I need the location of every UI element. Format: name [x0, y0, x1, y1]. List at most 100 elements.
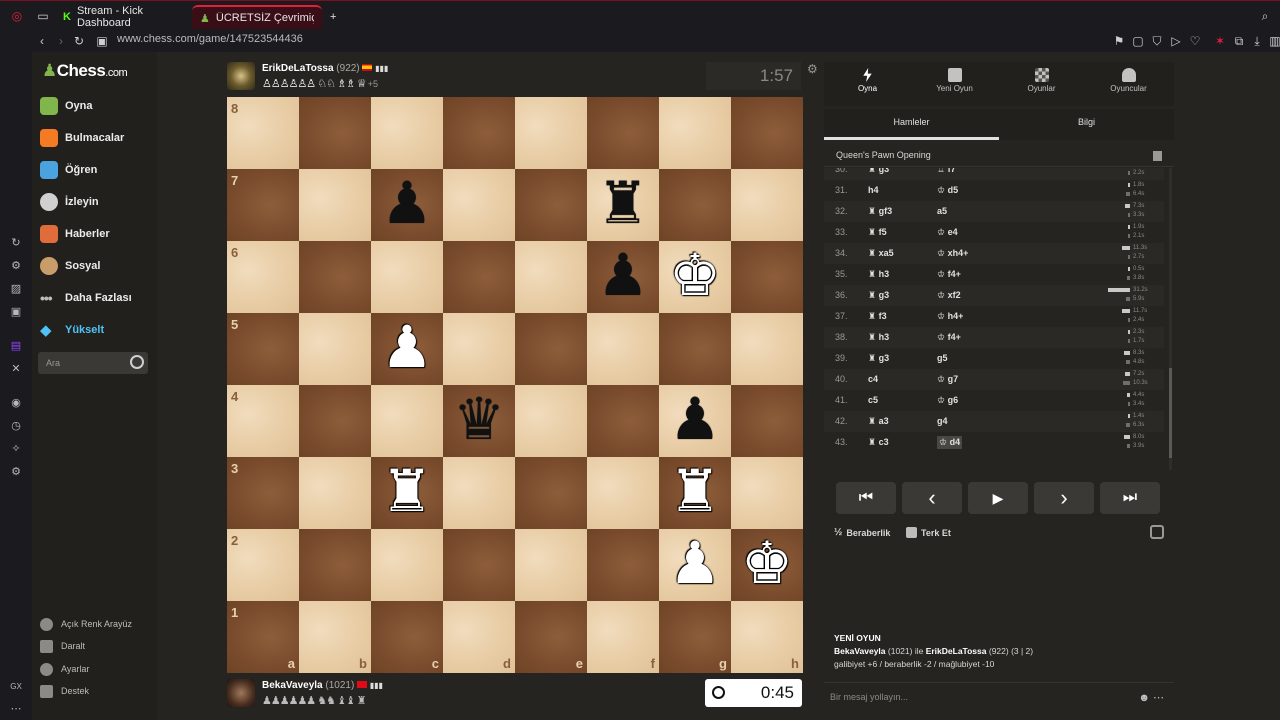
scrollbar-thumb[interactable]	[1169, 368, 1172, 458]
tab-oyunlar[interactable]: Oyunlar	[998, 66, 1085, 102]
square-h5[interactable]	[731, 313, 803, 385]
flip-board-icon[interactable]	[1150, 525, 1164, 539]
white-move[interactable]: ♜ gf3	[868, 206, 892, 217]
square-a2[interactable]: 2	[227, 529, 299, 601]
black-move[interactable]: ♔ f4+	[937, 269, 961, 280]
square-a6[interactable]: 6	[227, 241, 299, 313]
move-list-scrollbar[interactable]	[1169, 168, 1172, 470]
square-e4[interactable]	[515, 385, 587, 457]
resign-button[interactable]: Terk Et	[906, 527, 951, 538]
square-h1[interactable]: h	[731, 601, 803, 673]
tab-chess-game[interactable]: ♟ ÜCRETSİZ Çevrimiçi Satra	[192, 5, 322, 29]
square-c2[interactable]	[371, 529, 443, 601]
search-icon[interactable]: ⌕	[1258, 9, 1272, 23]
chat-input[interactable]: Bir mesaj yollayın... ☻ ⋯	[824, 682, 1174, 710]
square-c1[interactable]: c	[371, 601, 443, 673]
white-move[interactable]: ♜ a3	[868, 416, 889, 427]
image-icon[interactable]: ▨	[9, 282, 23, 296]
avatar[interactable]	[227, 62, 255, 90]
white-move[interactable]: ♜ xa5	[868, 248, 894, 259]
square-d3[interactable]	[443, 457, 515, 529]
square-a3[interactable]: 3	[227, 457, 299, 529]
chess-piece[interactable]: ♟	[663, 387, 727, 453]
square-f4[interactable]	[587, 385, 659, 457]
square-e6[interactable]	[515, 241, 587, 313]
screenshot-icon[interactable]: ▢	[1131, 34, 1145, 48]
black-move[interactable]: ♔ d5	[937, 185, 958, 196]
player-icon[interactable]: ◉	[9, 396, 23, 410]
square-b5[interactable]	[299, 313, 371, 385]
black-move[interactable]: ♔ f4+	[937, 332, 961, 343]
history-icon[interactable]: ↻	[9, 236, 23, 250]
more-icon[interactable]: ⋯	[9, 702, 23, 716]
avatar[interactable]	[227, 679, 255, 707]
chess-piece[interactable]: ♛	[447, 387, 511, 453]
chess-piece[interactable]: ♟	[663, 531, 727, 597]
tab-oyuncular[interactable]: Oyuncular	[1085, 66, 1172, 102]
square-f3[interactable]	[587, 457, 659, 529]
back-icon[interactable]: ‹	[35, 34, 49, 48]
square-d1[interactable]: d	[443, 601, 515, 673]
nav-item-haberler[interactable]: Haberler	[40, 222, 110, 246]
chess-piece[interactable]: ♜	[591, 171, 655, 237]
reload-icon[interactable]: ↻	[72, 34, 86, 48]
square-f7[interactable]: ♜	[587, 169, 659, 241]
tab-hamleler[interactable]: Hamleler	[824, 109, 999, 140]
puzzle-ext-icon[interactable]: ✧	[9, 442, 23, 456]
top-player-name[interactable]: ErikDeLaTossa (922) ▮▮▮	[262, 63, 388, 74]
bot-icon[interactable]: ⚙	[9, 259, 23, 273]
chess-piece[interactable]: ♚	[663, 243, 727, 309]
white-move[interactable]: ♜ c3	[868, 437, 889, 448]
square-a4[interactable]: 4	[227, 385, 299, 457]
settings-gear-icon[interactable]: ⚙	[9, 465, 23, 479]
last-move-button[interactable]: ⏭	[1100, 482, 1160, 514]
square-e5[interactable]	[515, 313, 587, 385]
video-icon[interactable]: ▣	[9, 305, 23, 319]
nav-item-yukselt[interactable]: ◆ Yükselt	[40, 318, 104, 342]
tab-kick-dashboard[interactable]: K Stream - Kick Dashboard	[55, 5, 188, 29]
black-move[interactable]: g4	[937, 416, 948, 426]
play-button[interactable]: ▶	[968, 482, 1028, 514]
first-move-button[interactable]: ⏮	[836, 482, 896, 514]
gx-icon[interactable]: GX	[9, 680, 23, 694]
chess-piece[interactable]: ♜	[375, 459, 439, 525]
shield-icon[interactable]: ⛉	[1150, 34, 1164, 48]
chess-piece[interactable]: ♟	[375, 315, 439, 381]
black-move[interactable]: ♔ h4+	[937, 311, 963, 322]
white-move[interactable]: ♜ f5	[868, 227, 887, 238]
chess-piece[interactable]: ♟	[375, 171, 439, 237]
square-f1[interactable]: f	[587, 601, 659, 673]
square-b3[interactable]	[299, 457, 371, 529]
square-h4[interactable]	[731, 385, 803, 457]
browser-logo-icon[interactable]: ◎	[10, 9, 24, 23]
chess-logo[interactable]: ♟Chess.com	[42, 61, 128, 81]
forward-icon[interactable]: ›	[54, 34, 68, 48]
square-a5[interactable]: 5	[227, 313, 299, 385]
draw-button[interactable]: ½ Beraberlik	[834, 527, 890, 538]
url-field[interactable]: www.chess.com/game/147523544436	[117, 33, 303, 45]
support-link[interactable]: Destek	[40, 682, 89, 700]
square-h7[interactable]	[731, 169, 803, 241]
square-g3[interactable]: ♜	[659, 457, 731, 529]
white-move[interactable]: ♜ h3	[868, 332, 889, 343]
sidebar-toggle-icon[interactable]: ▥	[1268, 34, 1280, 48]
settings-link[interactable]: Ayarlar	[40, 660, 89, 678]
square-h3[interactable]	[731, 457, 803, 529]
search-icon[interactable]	[130, 355, 144, 369]
bottom-player-name[interactable]: BekaVaveyla (1021) ▮▮▮	[262, 680, 383, 691]
board-settings-icon[interactable]: ⚙	[807, 63, 819, 75]
clock-icon[interactable]: ◷	[9, 419, 23, 433]
extensions-icon[interactable]: ⧉	[1232, 34, 1246, 48]
tab-oyna[interactable]: Oyna	[824, 66, 911, 102]
square-e8[interactable]	[515, 97, 587, 169]
bookmark-icon[interactable]: ⚑	[1112, 34, 1126, 48]
nav-item-daha-fazlasi[interactable]: ••• Daha Fazlası	[40, 286, 132, 310]
previous-move-button[interactable]: ‹	[902, 482, 962, 514]
square-f5[interactable]	[587, 313, 659, 385]
square-c4[interactable]	[371, 385, 443, 457]
black-move[interactable]: ♔ g6	[937, 395, 958, 406]
square-b6[interactable]	[299, 241, 371, 313]
square-g2[interactable]: ♟	[659, 529, 731, 601]
black-move[interactable]: g5	[937, 353, 948, 363]
book-icon[interactable]	[1153, 151, 1162, 161]
